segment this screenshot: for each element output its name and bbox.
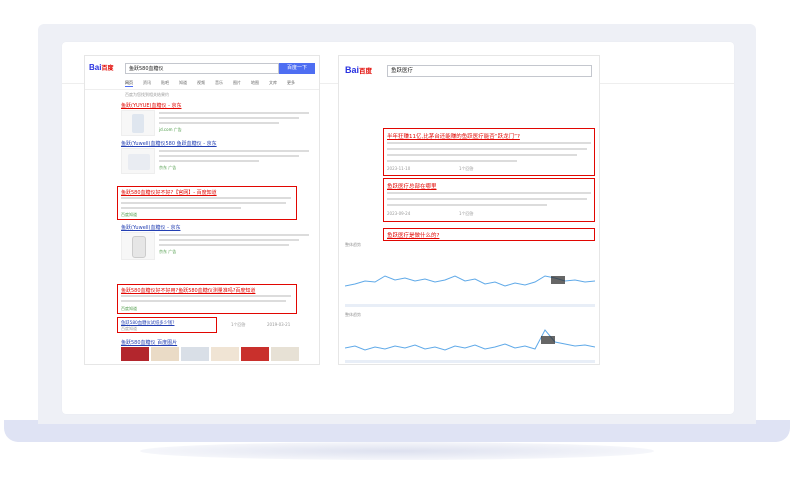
snippet-line — [159, 160, 259, 162]
result-title-3[interactable]: 鱼跃580血糖仪好不好?【官网】- 百度知道 — [121, 189, 217, 196]
result-stats: 百度为您找到相关结果约 — [125, 92, 169, 97]
snippet-line — [159, 150, 309, 152]
snippet-line — [159, 239, 299, 241]
result-title-1[interactable]: 鱼跃(YUYUE)血糖仪 - 京东 — [121, 102, 181, 109]
answer-count: 1个回答 — [231, 322, 246, 327]
snippet-line — [387, 154, 577, 156]
image-result-4[interactable] — [211, 347, 239, 361]
image-result-3[interactable] — [181, 347, 209, 361]
glucometer-box-image — [128, 154, 150, 170]
trend-chart-1 — [345, 275, 595, 307]
result-source-r2: 1个回答 — [459, 211, 474, 216]
tab-map[interactable]: 地图 — [251, 80, 259, 86]
result-title-r2[interactable]: 鱼跃医疗总部在哪里 — [387, 182, 437, 190]
result-date-r2: 2023-09-24 — [387, 211, 411, 216]
result-title-4[interactable]: 鱼跃(Yuwell)血糖仪 - 京东 — [121, 224, 180, 231]
tab-web[interactable]: 网页 — [125, 80, 133, 87]
snippet-line — [121, 207, 241, 209]
snippet-line — [387, 192, 591, 194]
snippet-line — [121, 197, 291, 199]
result-url-5: 百度知道 — [121, 306, 137, 311]
result-url-2: 京东 广告 — [159, 165, 177, 170]
answer-date: 2019-03-21 — [267, 322, 291, 327]
chart-tooltip-2 — [541, 336, 555, 344]
chart-scrollbar-1 — [345, 304, 595, 307]
tab-wenku[interactable]: 文库 — [269, 80, 277, 86]
result-date-r1: 2023-11-10 — [387, 166, 411, 171]
image-result-1[interactable] — [121, 347, 149, 361]
right-search-screenshot: Bai百度 鱼跃医疗 半年狂赚11亿,比茅台还能赚的鱼跃医疗能否“跃龙门”? 2… — [338, 55, 600, 365]
glucometer-device-image — [132, 236, 146, 258]
chart-tooltip-1 — [551, 276, 565, 284]
result-title-r3[interactable]: 鱼跃医疗是做什么的? — [387, 231, 439, 239]
snippet-line — [159, 117, 299, 119]
search-button[interactable]: 百度一下 — [279, 63, 315, 74]
tab-music[interactable]: 音乐 — [215, 80, 223, 86]
product-thumbnail-4[interactable] — [121, 232, 155, 260]
result-title-r1[interactable]: 半年狂赚11亿,比茅台还能赚的鱼跃医疗能否“跃龙门”? — [387, 132, 520, 140]
tab-more[interactable]: 更多 — [287, 80, 295, 86]
snippet-line — [121, 295, 291, 297]
search-input[interactable]: 鱼跃医疗 — [387, 65, 592, 77]
result-title-7[interactable]: 鱼跃580血糖仪 百度图片 — [121, 339, 177, 346]
laptop-shadow — [140, 442, 654, 460]
result-url-4: 京东 广告 — [159, 249, 177, 254]
snippet-line — [387, 148, 587, 150]
trend-line-2 — [345, 329, 595, 351]
result-url-3: 百度知道 — [121, 212, 137, 217]
tab-zhidao[interactable]: 知道 — [179, 80, 187, 86]
snippet-line — [159, 234, 309, 236]
snippet-line — [387, 142, 591, 144]
chart-scrollbar-2 — [345, 360, 595, 363]
result-url-1: jd.com 广告 — [159, 127, 182, 132]
snippet-line — [159, 244, 289, 246]
image-result-2[interactable] — [151, 347, 179, 361]
search-input[interactable]: 鱼跃580血糖仪 — [125, 63, 279, 74]
snippet-line — [159, 112, 309, 114]
result-title-2[interactable]: 鱼跃(Yuwell)血糖仪580 鱼跃血糖仪 - 京东 — [121, 140, 217, 147]
baidu-logo: Bai百度 — [89, 63, 114, 72]
result-source-r1: 1个回答 — [459, 166, 474, 171]
image-result-5[interactable] — [241, 347, 269, 361]
result-url-6: 百度知道 — [121, 326, 137, 331]
snippet-line — [387, 160, 517, 162]
product-thumbnail-2[interactable] — [121, 148, 155, 174]
baidu-logo: Bai百度 — [345, 65, 373, 75]
snippet-line — [387, 198, 587, 200]
glucometer-image — [132, 114, 144, 133]
tab-images[interactable]: 图片 — [233, 80, 241, 86]
result-title-5[interactable]: 鱼跃580血糖仪好不好用?鱼跃580血糖仪测量准吗?百度知道 — [121, 287, 293, 294]
left-search-screenshot: Bai百度 鱼跃580血糖仪 百度一下 网页 资讯 贴吧 知道 视频 音乐 图片… — [84, 55, 320, 365]
search-tabs: 网页 资讯 贴吧 知道 视频 音乐 图片 地图 文库 更多 — [125, 80, 315, 88]
tabs-divider — [85, 89, 319, 90]
snippet-line — [159, 122, 279, 124]
image-result-6[interactable] — [271, 347, 299, 361]
tab-video[interactable]: 视频 — [197, 80, 205, 86]
product-thumbnail-1[interactable] — [121, 110, 155, 136]
trend-chart-2 — [345, 329, 595, 363]
snippet-line — [159, 155, 299, 157]
tab-news[interactable]: 资讯 — [143, 80, 151, 86]
snippet-line — [121, 300, 286, 302]
snippet-line — [387, 204, 547, 206]
snippet-line — [121, 202, 286, 204]
tab-tieba[interactable]: 贴吧 — [161, 80, 169, 86]
